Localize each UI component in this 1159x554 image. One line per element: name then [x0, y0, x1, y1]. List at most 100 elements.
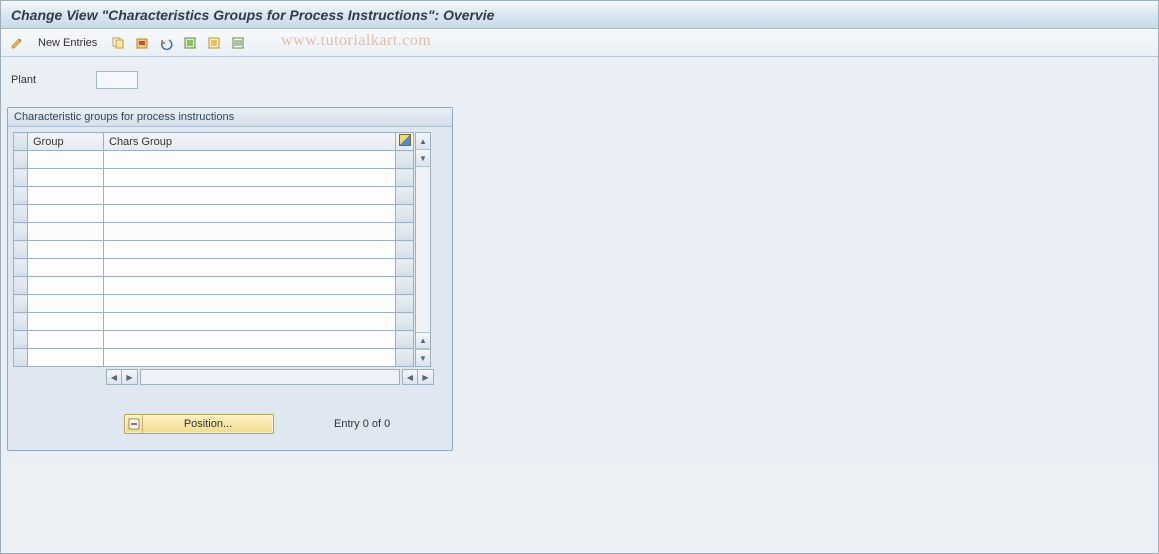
deselect-all-icon — [231, 36, 245, 50]
cell-group[interactable] — [28, 277, 104, 295]
cell-group[interactable] — [28, 241, 104, 259]
cell-chars-group[interactable] — [104, 187, 396, 205]
cell-trailing — [396, 349, 414, 367]
table-row[interactable] — [14, 241, 414, 259]
cell-chars-group[interactable] — [104, 313, 396, 331]
scroll-right-step-button[interactable]: ▶ — [122, 369, 138, 385]
cell-chars-group[interactable] — [104, 241, 396, 259]
scroll-up2-button[interactable]: ▼ — [416, 150, 430, 167]
cell-group[interactable] — [28, 259, 104, 277]
plant-field-row: Plant — [7, 71, 1152, 89]
column-header-group[interactable]: Group — [28, 133, 104, 151]
scroll-up-button[interactable]: ▲ — [416, 133, 430, 150]
position-button[interactable]: Position... — [124, 414, 274, 434]
scroll-down2-button[interactable]: ▲ — [416, 332, 430, 349]
cell-group[interactable] — [28, 313, 104, 331]
table-row[interactable] — [14, 151, 414, 169]
cell-chars-group[interactable] — [104, 223, 396, 241]
row-selector[interactable] — [14, 295, 28, 313]
cell-trailing — [396, 295, 414, 313]
cell-group[interactable] — [28, 169, 104, 187]
hscroll-left-buttons: ◀ ▶ — [106, 369, 138, 385]
cell-chars-group[interactable] — [104, 295, 396, 313]
select-all-button[interactable] — [180, 33, 200, 53]
scroll-left-button[interactable]: ◀ — [106, 369, 122, 385]
scroll-down-button[interactable]: ▼ — [416, 349, 430, 366]
row-selector[interactable] — [14, 187, 28, 205]
cell-group[interactable] — [28, 223, 104, 241]
scroll-track[interactable] — [416, 167, 430, 332]
cell-group[interactable] — [28, 295, 104, 313]
cell-chars-group[interactable] — [104, 205, 396, 223]
hscroll-track[interactable] — [141, 370, 399, 384]
scroll-right-button[interactable]: ▶ — [418, 369, 434, 385]
new-entries-button[interactable]: New Entries — [31, 33, 104, 53]
cell-trailing — [396, 223, 414, 241]
position-button-label: Position... — [143, 418, 273, 430]
table-settings-icon — [399, 134, 411, 146]
delete-button[interactable] — [132, 33, 152, 53]
title-bar: Change View "Characteristics Groups for … — [1, 1, 1158, 29]
cell-chars-group[interactable] — [104, 277, 396, 295]
cell-group[interactable] — [28, 349, 104, 367]
select-all-icon — [183, 36, 197, 50]
content-area: Plant Characteristic groups for process … — [1, 57, 1158, 465]
table-row[interactable] — [14, 349, 414, 367]
cell-chars-group[interactable] — [104, 151, 396, 169]
cell-chars-group[interactable] — [104, 349, 396, 367]
row-selector[interactable] — [14, 277, 28, 295]
deselect-all-button[interactable] — [228, 33, 248, 53]
watermark-text: www.tutorialkart.com — [281, 32, 431, 50]
cell-group[interactable] — [28, 187, 104, 205]
cell-chars-group[interactable] — [104, 331, 396, 349]
hscroll-right-buttons: ◀ ▶ — [402, 369, 434, 385]
cell-group[interactable] — [28, 151, 104, 169]
table-row[interactable] — [14, 187, 414, 205]
table-row[interactable] — [14, 259, 414, 277]
row-selector[interactable] — [14, 151, 28, 169]
plant-input[interactable] — [96, 71, 138, 89]
application-toolbar: New Entries www.tutorialkart.com — [1, 29, 1158, 57]
column-header-chars-group[interactable]: Chars Group — [104, 133, 396, 151]
table-row[interactable] — [14, 295, 414, 313]
plant-label: Plant — [11, 74, 96, 86]
select-block-icon — [207, 36, 221, 50]
row-selector[interactable] — [14, 241, 28, 259]
undo-icon — [159, 36, 173, 50]
cell-group[interactable] — [28, 331, 104, 349]
table-row[interactable] — [14, 313, 414, 331]
undo-button[interactable] — [156, 33, 176, 53]
cell-trailing — [396, 241, 414, 259]
cell-trailing — [396, 277, 414, 295]
table-row[interactable] — [14, 277, 414, 295]
cell-trailing — [396, 151, 414, 169]
horizontal-scrollbar[interactable] — [140, 369, 400, 385]
edit-button[interactable] — [7, 33, 27, 53]
row-selector[interactable] — [14, 259, 28, 277]
column-header-config[interactable] — [396, 133, 414, 151]
pencil-icon — [10, 36, 24, 50]
cell-trailing — [396, 169, 414, 187]
table-row[interactable] — [14, 223, 414, 241]
panel-footer: Position... Entry 0 of 0 — [8, 390, 452, 450]
cell-chars-group[interactable] — [104, 169, 396, 187]
table-row[interactable] — [14, 169, 414, 187]
copy-button[interactable] — [108, 33, 128, 53]
row-selector[interactable] — [14, 169, 28, 187]
table-row[interactable] — [14, 205, 414, 223]
row-selector[interactable] — [14, 205, 28, 223]
row-selector[interactable] — [14, 223, 28, 241]
cell-trailing — [396, 313, 414, 331]
table-row[interactable] — [14, 331, 414, 349]
cell-chars-group[interactable] — [104, 259, 396, 277]
select-block-button[interactable] — [204, 33, 224, 53]
row-selector[interactable] — [14, 313, 28, 331]
characteristics-table[interactable]: Group Chars Group — [13, 132, 414, 367]
entry-counter: Entry 0 of 0 — [334, 418, 390, 430]
cell-group[interactable] — [28, 205, 104, 223]
vertical-scrollbar[interactable]: ▲ ▼ ▲ ▼ — [415, 132, 431, 367]
scroll-left-step-button[interactable]: ◀ — [402, 369, 418, 385]
row-selector-header[interactable] — [14, 133, 28, 151]
row-selector[interactable] — [14, 331, 28, 349]
row-selector[interactable] — [14, 349, 28, 367]
